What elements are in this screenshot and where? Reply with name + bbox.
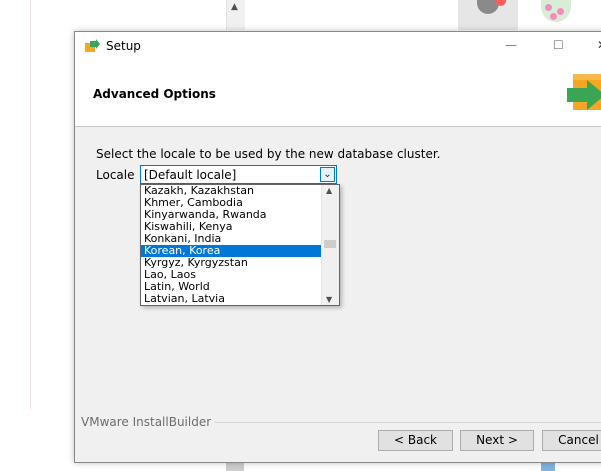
locale-select[interactable]: [Default locale] ⌄ bbox=[140, 165, 337, 184]
dropdown-scrollbar[interactable]: ▲ ▼ bbox=[321, 185, 339, 305]
minimize-button[interactable]: — bbox=[505, 38, 517, 52]
back-button[interactable]: < Back bbox=[378, 430, 453, 451]
chevron-down-icon[interactable]: ⌄ bbox=[320, 167, 335, 182]
next-button[interactable]: Next > bbox=[460, 430, 534, 451]
scroll-up-icon[interactable]: ▲ bbox=[326, 186, 332, 195]
brand-label: VMware InstallBuilder bbox=[81, 415, 215, 429]
setup-box-arrow-icon bbox=[85, 39, 100, 52]
cancel-button[interactable]: Cancel bbox=[542, 430, 601, 451]
page-title: Advanced Options bbox=[93, 87, 216, 101]
locale-select-value: [Default locale] bbox=[144, 168, 237, 182]
installer-arrow-logo-icon bbox=[567, 74, 601, 110]
locale-options: Kazakh, Kazakhstan Khmer, Cambodia Kinyarw… bbox=[141, 185, 322, 305]
locale-dropdown-list[interactable]: Kazakh, Kazakhstan Khmer, Cambodia Kinyarw… bbox=[140, 184, 340, 306]
background-left-strip bbox=[0, 0, 31, 410]
close-button[interactable]: ✕ bbox=[597, 38, 601, 52]
setup-window: Setup — ☐ ✕ Advanced Options Select the … bbox=[74, 31, 601, 463]
wizard-header: Advanced Options bbox=[75, 60, 601, 127]
locale-instruction: Select the locale to be used by the new … bbox=[96, 147, 441, 161]
scroll-down-icon[interactable]: ▼ bbox=[326, 295, 332, 304]
window-title: Setup bbox=[106, 39, 141, 53]
title-bar[interactable]: Setup — ☐ ✕ bbox=[75, 32, 601, 60]
background-scrollbar[interactable]: ▲ bbox=[226, 0, 245, 30]
maximize-button[interactable]: ☐ bbox=[553, 38, 564, 52]
locale-label: Locale bbox=[96, 168, 135, 182]
scrollbar-thumb[interactable] bbox=[324, 240, 336, 248]
background-scroll-up-icon[interactable]: ▲ bbox=[231, 2, 238, 12]
background-bottom-icon bbox=[541, 462, 555, 471]
avatar[interactable] bbox=[541, 0, 571, 22]
locale-option[interactable]: Latvian, Latvia bbox=[141, 293, 322, 305]
